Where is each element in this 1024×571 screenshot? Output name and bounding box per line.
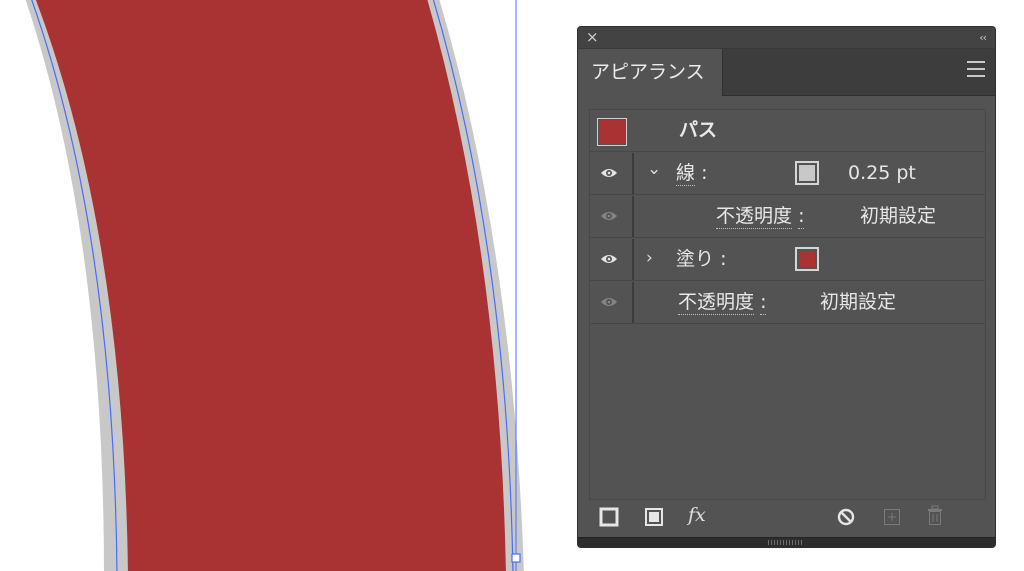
panel-bottom-toolbar: fx: [578, 499, 995, 537]
clear-appearance-icon[interactable]: [836, 507, 856, 527]
chevron-right-icon[interactable]: ›: [646, 248, 653, 268]
visibility-eye-icon-dimmed[interactable]: [600, 209, 618, 223]
bounding-box-handle[interactable]: [511, 553, 521, 563]
object-row[interactable]: パス: [590, 110, 985, 152]
stroke-label[interactable]: 線 :: [676, 162, 707, 186]
stroke-color-swatch[interactable]: [795, 161, 819, 185]
add-fill-icon[interactable]: [644, 507, 664, 527]
stroke-weight-value[interactable]: 0.25 pt: [848, 162, 916, 184]
stroke-opacity-label[interactable]: 不透明度 :: [716, 205, 805, 229]
panel-menu-icon[interactable]: [967, 61, 985, 82]
opacity-value[interactable]: 初期設定: [820, 291, 896, 313]
appearance-panel: × ‹‹ アピアランス パス ⌄ 線 : 0.25 pt 不透明度: 初期設定…: [578, 27, 995, 547]
visibility-eye-icon-dimmed[interactable]: [600, 295, 618, 309]
add-stroke-icon[interactable]: [599, 507, 619, 527]
collapse-panel-icon[interactable]: ‹‹: [979, 28, 987, 47]
visibility-eye-icon[interactable]: [600, 252, 618, 266]
panel-title-bar[interactable]: × ‹‹: [578, 27, 995, 49]
stroke-row[interactable]: ⌄ 線 : 0.25 pt: [590, 153, 985, 195]
artboard-canvas[interactable]: [0, 0, 540, 571]
object-thumbnail: [597, 118, 627, 146]
opacity-row[interactable]: 不透明度 : 初期設定: [590, 282, 985, 324]
fx-icon[interactable]: fx: [688, 505, 706, 525]
opacity-label[interactable]: 不透明度 :: [678, 291, 767, 315]
close-icon[interactable]: ×: [586, 28, 599, 47]
fill-row[interactable]: › 塗り :: [590, 239, 985, 281]
panel-resize-grip[interactable]: [578, 537, 995, 547]
stroke-opacity-value[interactable]: 初期設定: [860, 205, 936, 227]
tab-appearance[interactable]: アピアランス: [578, 49, 723, 96]
chevron-down-icon[interactable]: ⌄: [647, 159, 661, 179]
delete-item-icon[interactable]: [925, 505, 945, 527]
duplicate-item-icon[interactable]: [882, 507, 902, 527]
panel-tab-bar: アピアランス: [578, 49, 995, 96]
object-label: パス: [679, 119, 718, 141]
stroke-opacity-row[interactable]: 不透明度 : 初期設定: [590, 196, 985, 238]
visibility-eye-icon[interactable]: [600, 166, 618, 180]
appearance-list: パス ⌄ 線 : 0.25 pt 不透明度 : 初期設定 › 塗り: 不透明度…: [589, 109, 986, 500]
fill-label[interactable]: 塗り :: [676, 248, 726, 270]
fill-color-swatch[interactable]: [795, 247, 819, 271]
